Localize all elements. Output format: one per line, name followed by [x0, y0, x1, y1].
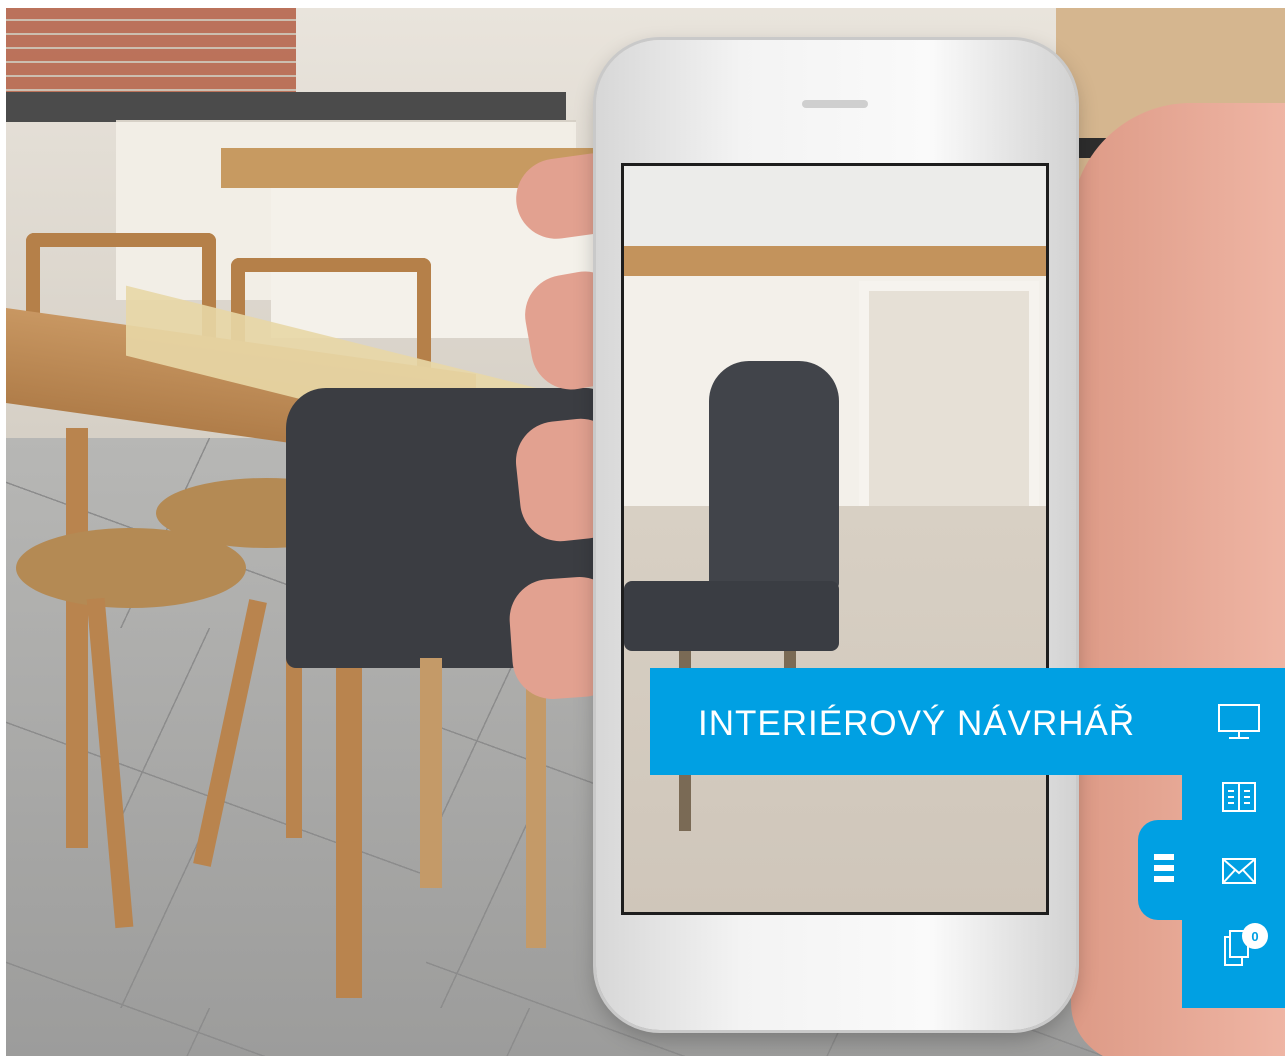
mail-button[interactable]	[1214, 849, 1264, 893]
catalog-icon	[1222, 782, 1256, 812]
hamburger-icon	[1154, 854, 1174, 886]
page-title: INTERIÉROVÝ NÁVRHÁŘ	[698, 704, 1136, 743]
screen-island-top	[624, 246, 1046, 276]
phone-screen	[621, 163, 1049, 915]
title-banner: INTERIÉROVÝ NÁVRHÁŘ	[650, 668, 1182, 775]
catalog-button[interactable]	[1214, 775, 1264, 819]
menu-toggle-button[interactable]	[1138, 820, 1198, 920]
monitor-icon	[1218, 704, 1260, 739]
mail-icon	[1222, 858, 1256, 884]
samples-button[interactable]: 0	[1214, 923, 1268, 969]
phone-speaker	[802, 100, 868, 108]
smartphone	[596, 40, 1076, 1030]
table-leg	[66, 428, 88, 848]
screen-chair-seat	[624, 581, 839, 651]
chair-leg	[420, 658, 442, 888]
monitor-button[interactable]	[1214, 700, 1264, 744]
screen-chair-back	[709, 361, 839, 591]
samples-count-badge: 0	[1242, 923, 1268, 949]
kitchen-counter	[6, 92, 566, 122]
brick-wall	[6, 8, 296, 103]
chair-leg	[526, 658, 546, 948]
